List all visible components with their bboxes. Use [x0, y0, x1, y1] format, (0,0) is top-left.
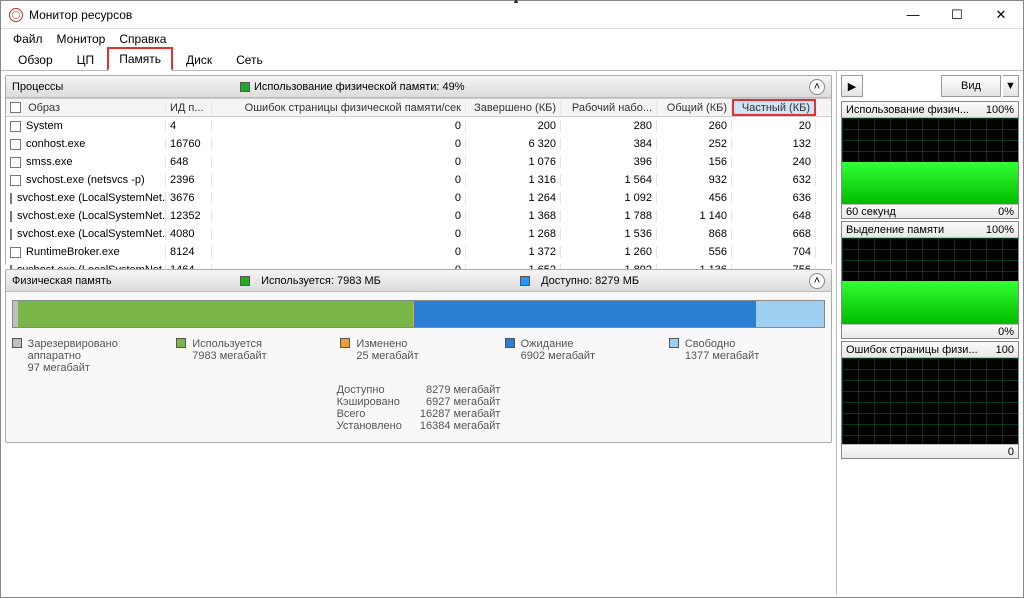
col-private[interactable]: ▲Частный (КБ): [732, 99, 816, 116]
col-shared[interactable]: Общий (КБ): [657, 102, 732, 114]
view-dropdown[interactable]: ▼: [1003, 75, 1019, 97]
table-row[interactable]: svchost.exe (LocalSystemNet...1235201 36…: [6, 207, 831, 225]
chart-sidebar: ▶ Вид ▼ Использование физич...100%60 сек…: [837, 71, 1023, 595]
tab-cpu[interactable]: ЦП: [66, 49, 106, 70]
mini-chart: Использование физич...100%60 секунд0%: [841, 101, 1019, 219]
inuse-icon: [240, 276, 250, 286]
mini-chart: Ошибок страницы физи...1000: [841, 341, 1019, 459]
tab-memory[interactable]: Память: [107, 47, 173, 71]
tab-network[interactable]: Сеть: [225, 49, 274, 70]
title-bar: ◯ Монитор ресурсов — ☐ ✕: [1, 1, 1023, 29]
chart-nav-button[interactable]: ▶: [841, 75, 863, 97]
avail-label: Доступно: 8279 МБ: [541, 275, 639, 287]
table-row[interactable]: RuntimeBroker.exe812401 3721 260556704: [6, 243, 831, 261]
avail-icon: [520, 276, 530, 286]
app-icon: ◯: [9, 8, 23, 22]
view-button[interactable]: Вид: [941, 75, 1001, 97]
table-row[interactable]: svchost.exe (netsvcs -p)239601 3161 5649…: [6, 171, 831, 189]
select-all-checkbox[interactable]: [10, 102, 21, 113]
menu-file[interactable]: Файл: [7, 30, 49, 48]
tab-bar: Обзор ЦП Память Диск Сеть: [1, 49, 1023, 71]
table-row[interactable]: System4020028026020: [6, 117, 831, 135]
memory-summary: Доступно Кэшировано Всего Установлено 82…: [6, 380, 831, 442]
menu-monitor[interactable]: Монитор: [51, 30, 112, 48]
menu-bar: Файл Монитор Справка: [1, 29, 1023, 49]
usage-label: Использование физической памяти: 49%: [254, 81, 465, 93]
processes-table: Образ ИД п... Ошибок страницы физической…: [6, 98, 831, 279]
processes-title: Процессы: [12, 81, 63, 93]
close-button[interactable]: ✕: [979, 1, 1023, 29]
memory-legend: Зарезервировано аппаратно97 мегабайт Исп…: [6, 336, 831, 380]
physical-title: Физическая память: [12, 275, 112, 287]
memory-usage-bar: [12, 300, 825, 328]
processes-panel: Процессы Использование физической памяти…: [5, 75, 832, 265]
col-working-set[interactable]: Рабочий набо...: [561, 102, 657, 114]
row-checkbox[interactable]: [10, 139, 21, 150]
col-commit[interactable]: Завершено (КБ): [466, 102, 561, 114]
tab-disk[interactable]: Диск: [175, 49, 223, 70]
tab-overview[interactable]: Обзор: [7, 49, 64, 70]
row-checkbox[interactable]: [10, 121, 21, 132]
row-checkbox[interactable]: [10, 193, 12, 204]
table-row[interactable]: svchost.exe (LocalSystemNet...367601 264…: [6, 189, 831, 207]
row-checkbox[interactable]: [10, 211, 12, 222]
physical-memory-panel: Физическая память Используется: 7983 МБ …: [5, 269, 832, 443]
table-header: Образ ИД п... Ошибок страницы физической…: [6, 99, 831, 117]
col-pid[interactable]: ИД п...: [166, 102, 212, 114]
inuse-label: Используется: 7983 МБ: [261, 275, 381, 287]
maximize-button[interactable]: ☐: [935, 1, 979, 29]
table-row[interactable]: svchost.exe (LocalSystemNet...408001 268…: [6, 225, 831, 243]
usage-icon: [240, 82, 250, 92]
row-checkbox[interactable]: [10, 229, 12, 240]
row-checkbox[interactable]: [10, 247, 21, 258]
collapse-memory-button[interactable]: ˄: [809, 273, 825, 289]
col-errors[interactable]: Ошибок страницы физической памяти/сек: [212, 102, 466, 114]
minimize-button[interactable]: —: [891, 1, 935, 29]
row-checkbox[interactable]: [10, 175, 21, 186]
row-checkbox[interactable]: [10, 157, 21, 168]
table-row[interactable]: smss.exe64801 076396156240: [6, 153, 831, 171]
window-title: Монитор ресурсов: [29, 8, 891, 22]
menu-help[interactable]: Справка: [113, 30, 172, 48]
col-image[interactable]: Образ: [28, 102, 60, 114]
mini-chart: Выделение памяти100%0%: [841, 221, 1019, 339]
collapse-processes-button[interactable]: ˄: [809, 79, 825, 95]
table-row[interactable]: conhost.exe1676006 320384252132: [6, 135, 831, 153]
